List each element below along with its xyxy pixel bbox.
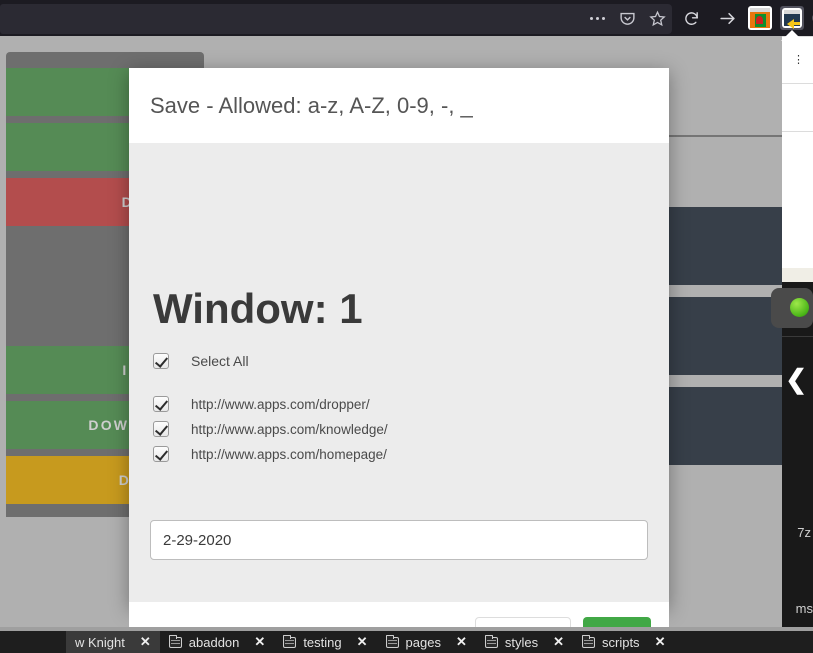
select-all-checkbox[interactable] <box>153 353 169 369</box>
save-name-input[interactable] <box>150 520 648 560</box>
right-panel-fragment-1: 7z <box>797 525 811 540</box>
url-row[interactable]: http://www.apps.com/dropper/ <box>153 396 370 412</box>
taskbar-close-icon[interactable]: ✕ <box>357 634 368 650</box>
right-window-stripe <box>782 268 813 282</box>
taskbar-item-abaddon[interactable]: abaddon ✕ <box>160 631 275 653</box>
taskbar-close-icon[interactable]: ✕ <box>553 634 564 650</box>
taskbar-item-pages[interactable]: pages ✕ <box>377 631 476 653</box>
pocket-icon[interactable] <box>612 3 642 33</box>
url-checkbox[interactable] <box>153 446 169 462</box>
url-checkbox[interactable] <box>153 396 169 412</box>
account-icon[interactable] <box>808 3 813 33</box>
taskbar-item-label: scripts <box>602 634 640 650</box>
browser-toolbar <box>0 0 813 41</box>
dialog-body: Window: 1 Select All http://www.apps.com… <box>129 143 669 602</box>
page-actions-ellipsis-icon[interactable] <box>582 3 612 33</box>
extension-icon-colorpicker[interactable] <box>744 3 776 33</box>
overflow-menu-icon[interactable]: ⋮ <box>793 55 804 66</box>
taskbar-item-label: styles <box>504 634 539 650</box>
folder-icon <box>582 634 595 648</box>
url-bar[interactable] <box>0 4 672 34</box>
taskbar-item-styles[interactable]: styles ✕ <box>476 631 573 653</box>
reload-icon[interactable] <box>672 3 710 33</box>
folder-icon <box>168 634 182 648</box>
status-led-icon <box>790 298 809 317</box>
url-label: http://www.apps.com/knowledge/ <box>191 421 388 437</box>
url-label: http://www.apps.com/dropper/ <box>191 396 370 412</box>
select-all-row[interactable]: Select All <box>153 353 249 369</box>
taskbar-close-icon[interactable]: ✕ <box>655 634 666 650</box>
bookmark-star-icon[interactable] <box>642 3 672 33</box>
dialog-header: Save - Allowed: a-z, A-Z, 0-9, -, _ <box>129 68 669 143</box>
taskbar-close-icon[interactable]: ✕ <box>140 634 151 650</box>
select-all-label: Select All <box>191 353 249 369</box>
right-panel-fragment-2: ms <box>795 601 813 616</box>
taskbar-item-label: abaddon <box>188 634 240 650</box>
url-label: http://www.apps.com/homepage/ <box>191 446 387 462</box>
extension-popup-caret-icon <box>781 30 803 41</box>
forward-arrow-icon[interactable] <box>710 3 744 33</box>
taskbar-item-scripts[interactable]: scripts ✕ <box>573 631 674 653</box>
url-row[interactable]: http://www.apps.com/knowledge/ <box>153 421 388 437</box>
folder-icon <box>385 634 399 648</box>
taskbar-close-icon[interactable]: ✕ <box>254 634 265 650</box>
extension-icon-active[interactable] <box>776 3 808 41</box>
taskbar-item-label: pages <box>405 634 441 650</box>
taskbar-item-label: w Knight <box>75 634 125 650</box>
taskbar-item-knight[interactable]: w Knight ✕ <box>66 631 160 653</box>
taskbar-item-label: testing <box>303 634 342 650</box>
screen: SAVE EDIT DELETE IMPORT DOWNLOAD DONATE <box>0 0 813 653</box>
url-row[interactable]: http://www.apps.com/homepage/ <box>153 446 387 462</box>
url-checkbox[interactable] <box>153 421 169 437</box>
collapse-left-icon[interactable]: ❮ <box>785 366 807 392</box>
dialog-title: Save - Allowed: a-z, A-Z, 0-9, -, _ <box>150 92 473 118</box>
folder-icon <box>283 634 297 648</box>
window-heading: Window: 1 <box>153 285 363 332</box>
right-side-window: ⋮ ❮ 7z ms <box>771 36 813 631</box>
save-dialog: Save - Allowed: a-z, A-Z, 0-9, -, _ Wind… <box>129 68 669 653</box>
right-window-list <box>782 36 813 268</box>
right-window-dark-panel <box>782 282 813 631</box>
taskbar-close-icon[interactable]: ✕ <box>456 634 467 650</box>
folder-icon <box>484 634 498 648</box>
taskbar-item-testing[interactable]: testing ✕ <box>274 631 376 653</box>
taskbar: w Knight ✕ abaddon ✕ testing ✕ pages ✕ s… <box>0 631 813 653</box>
panel-separator <box>782 336 813 337</box>
